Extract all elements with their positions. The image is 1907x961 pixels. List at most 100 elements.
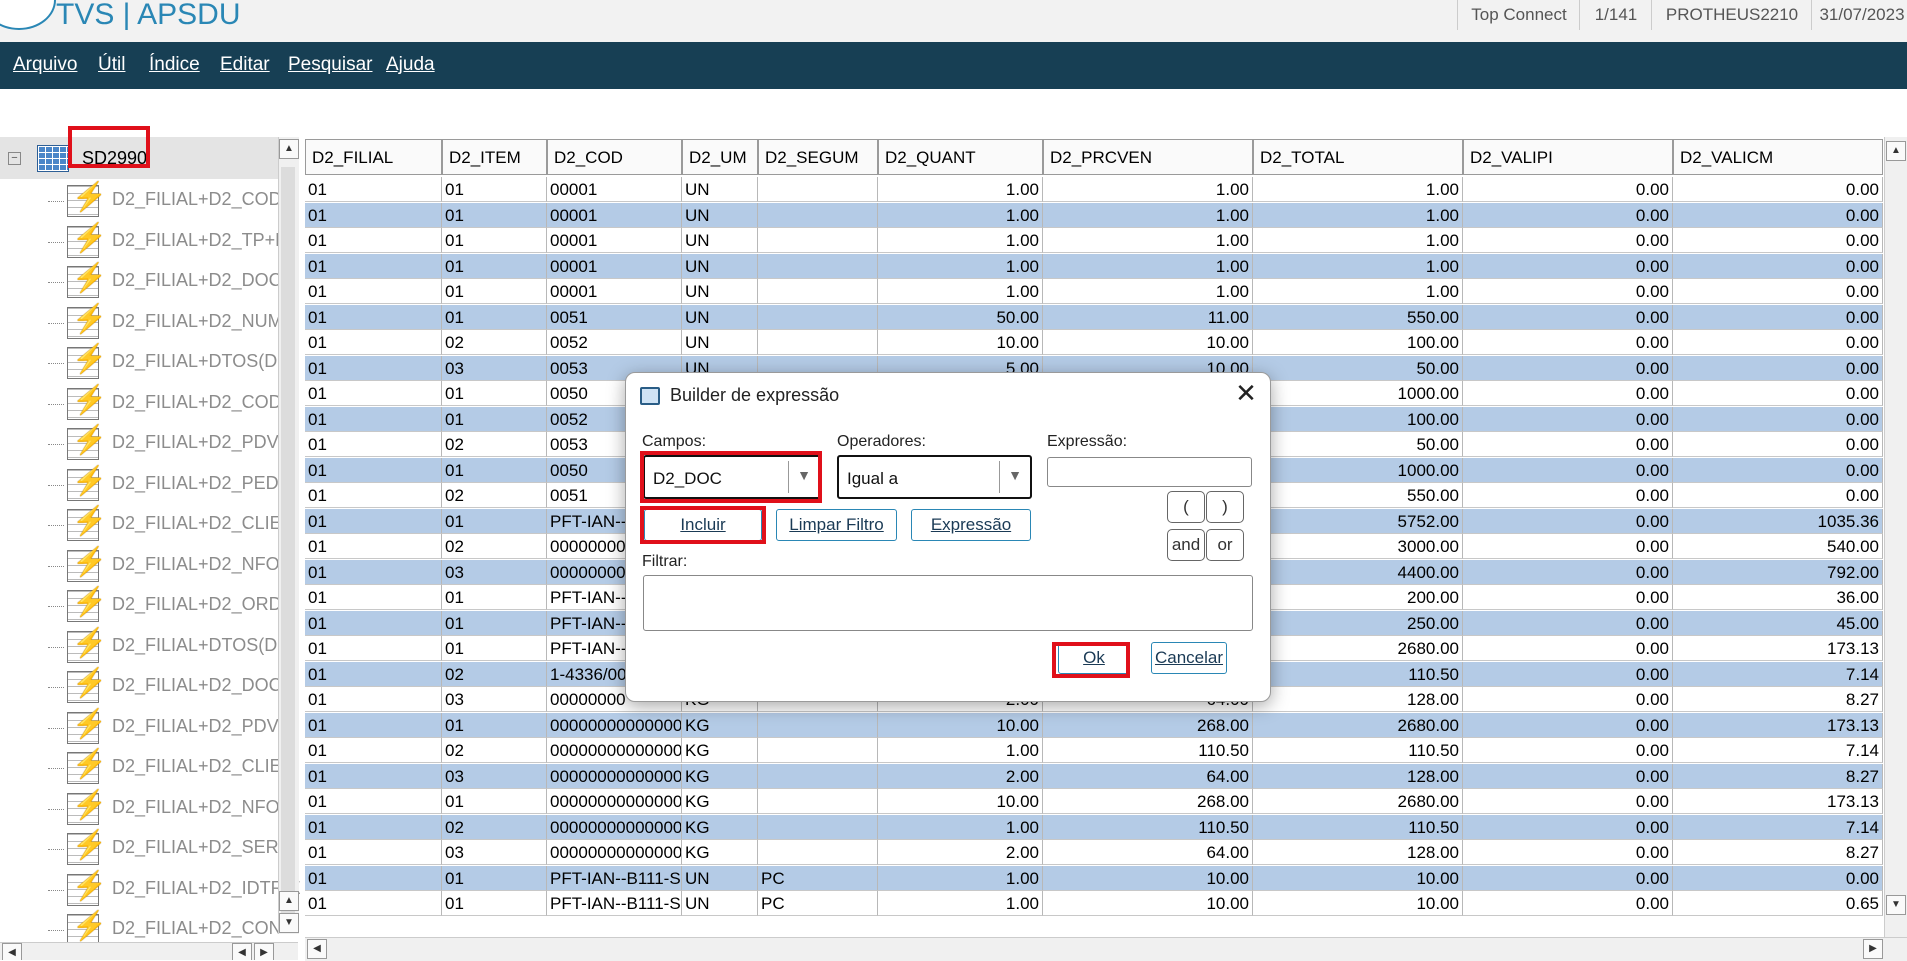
menu-indice[interactable]: Índice xyxy=(149,54,200,76)
scroll-down-icon[interactable]: ▼ xyxy=(279,913,299,933)
tree-index-item[interactable]: ⚡ D2_FILIAL+D2_NFOR xyxy=(0,546,293,586)
table-cell: 110.50 xyxy=(1043,814,1253,840)
tree-index-item[interactable]: ⚡ D2_FILIAL+D2_CLIEN xyxy=(0,748,295,788)
scroll-left-icon[interactable]: ◀ xyxy=(2,943,22,960)
table-cell: 64.00 xyxy=(1043,840,1253,865)
table-cell: 01 xyxy=(442,228,547,253)
table-cell: 02 xyxy=(442,814,547,840)
tree-index-item[interactable]: ⚡ D2_FILIAL+D2_SERIR xyxy=(0,829,297,869)
tree-index-item[interactable]: ⚡ D2_FILIAL+D2_DOC+ xyxy=(0,262,292,302)
tree-connector xyxy=(48,606,64,607)
close-icon[interactable]: ✕ xyxy=(1232,379,1260,407)
column-header[interactable]: D2_TOTAL xyxy=(1253,139,1463,175)
combo-separator xyxy=(999,461,1000,493)
table-row[interactable]: 01 01 PFT-IAN--B111-S UN PC 1.00 10.00 10.00 0.0… xyxy=(305,865,1883,891)
tree-index-item[interactable]: ⚡ D2_FILIAL+D2_PDV+ xyxy=(0,424,289,464)
tree-index-item[interactable]: ⚡ D2_FILIAL+D2_COD+ xyxy=(0,384,292,424)
tree-index-label: D2_FILIAL+D2_ORDS xyxy=(112,594,294,614)
table-cell: 01 xyxy=(305,304,442,330)
lightning-icon: ⚡ xyxy=(72,788,107,820)
index-icon: ⚡ xyxy=(67,262,107,298)
tree-index-item[interactable]: ⚡ D2_FILIAL+D2_COD+ xyxy=(0,181,292,221)
table-cell: 01 xyxy=(442,585,547,610)
table-cell xyxy=(758,202,878,228)
menu-pesquisar[interactable]: Pesquisar xyxy=(288,54,373,76)
column-header[interactable]: D2_VALIPI xyxy=(1463,139,1673,175)
tree-index-item[interactable]: ⚡ D2_FILIAL+DTOS(D2_ xyxy=(0,627,297,667)
table-cell: 0.00 xyxy=(1463,559,1673,585)
close-paren-button[interactable]: ) xyxy=(1206,491,1244,523)
tree-vertical-scrollbar[interactable]: ▲ ▲ ▼ xyxy=(278,137,299,934)
scroll-right-icon[interactable]: ▶ xyxy=(254,943,274,960)
tree-index-item[interactable]: ⚡ D2_FILIAL+D2_IDTRIE xyxy=(0,870,300,910)
table-cell: 1.00 xyxy=(1253,253,1463,279)
menu-util[interactable]: Útil xyxy=(98,54,125,76)
column-header[interactable]: D2_FILIAL xyxy=(305,139,442,175)
and-button[interactable]: and xyxy=(1167,529,1205,561)
table-row[interactable]: 01 01 00001 UN 1.00 1.00 1.00 0.00 0.00 xyxy=(305,228,1883,253)
column-header[interactable]: D2_QUANT xyxy=(878,139,1043,175)
scroll-thumb[interactable] xyxy=(281,167,295,922)
tree-connector xyxy=(48,241,64,243)
tree-index-item[interactable]: ⚡ D2_FILIAL+D2_DOC+ xyxy=(0,667,292,707)
tree-index-item[interactable]: ⚡ D2_FILIAL+DTOS(D2_ xyxy=(0,343,297,383)
table-row[interactable]: 01 01 00001 UN 1.00 1.00 1.00 0.00 0.00 xyxy=(305,177,1883,202)
table-row[interactable]: 01 01 00001 UN 1.00 1.00 1.00 0.00 0.00 xyxy=(305,253,1883,279)
menu-editar[interactable]: Editar xyxy=(220,54,270,76)
menu-ajuda[interactable]: Ajuda xyxy=(386,54,435,76)
column-header[interactable]: D2_VALICM xyxy=(1673,139,1883,175)
table-row[interactable]: 01 03 00000000000000 KG 2.00 64.00 128.00 0.00 8… xyxy=(305,763,1883,789)
column-header[interactable]: D2_PRCVEN xyxy=(1043,139,1253,175)
table-row[interactable]: 01 01 00001 UN 1.00 1.00 1.00 0.00 0.00 xyxy=(305,279,1883,304)
tree-index-item[interactable]: ⚡ D2_FILIAL+D2_CLIEN xyxy=(0,505,295,545)
expressao-input[interactable] xyxy=(1047,457,1252,487)
table-row[interactable]: 01 01 00000000000000 KG 10.00 268.00 2680.00 0.… xyxy=(305,712,1883,738)
column-header[interactable]: D2_SEGUM xyxy=(758,139,878,175)
table-cell: 550.00 xyxy=(1253,304,1463,330)
collapse-icon[interactable]: − xyxy=(8,152,21,165)
tree-index-item[interactable]: ⚡ D2_FILIAL+D2_NUMS xyxy=(0,303,295,343)
table-row[interactable]: 01 01 00000000000000 KG 10.00 268.00 2680.00 0.… xyxy=(305,789,1883,814)
tree-index-item[interactable]: ⚡ D2_FILIAL+D2_ORDS xyxy=(0,586,294,626)
expressao-button[interactable]: Expressão xyxy=(911,509,1031,541)
column-header[interactable]: D2_ITEM xyxy=(442,139,547,175)
table-row[interactable]: 01 01 PFT-IAN--B111-S UN PC 1.00 10.00 10.00 0.0… xyxy=(305,891,1883,916)
open-paren-button[interactable]: ( xyxy=(1167,491,1205,523)
environment-label: PROTHEUS2210 xyxy=(1651,0,1812,30)
table-cell: 268.00 xyxy=(1043,789,1253,814)
scroll-left-icon[interactable]: ◀ xyxy=(232,943,252,960)
limpar-filtro-button[interactable]: Limpar Filtro xyxy=(776,509,897,541)
filtrar-textarea[interactable] xyxy=(643,575,1253,631)
tree-index-item[interactable]: ⚡ D2_FILIAL+D2_NFOR xyxy=(0,788,293,829)
operadores-select[interactable]: Igual a ▼ xyxy=(837,455,1032,499)
chevron-down-icon[interactable]: ▼ xyxy=(1008,467,1022,483)
cancelar-button[interactable]: Cancelar xyxy=(1151,642,1227,674)
scroll-right-icon[interactable]: ▶ xyxy=(1863,939,1883,959)
campos-label: Campos: xyxy=(642,433,707,450)
table-row[interactable]: 01 02 0052 UN 10.00 10.00 100.00 0.00 0.00 xyxy=(305,330,1883,355)
tree-index-item[interactable]: ⚡ D2_FILIAL+D2_PEDID xyxy=(0,465,297,505)
tree-index-item[interactable]: ⚡ D2_FILIAL+D2_PDV+ xyxy=(0,708,289,748)
or-button[interactable]: or xyxy=(1206,529,1244,561)
scroll-up-icon[interactable]: ▲ xyxy=(279,891,299,911)
column-header[interactable]: D2_UM xyxy=(682,139,758,175)
scroll-left-icon[interactable]: ◀ xyxy=(307,939,327,959)
table-row[interactable]: 01 02 00000000000000 KG 1.00 110.50 110.50 0.00… xyxy=(305,738,1883,763)
table-row[interactable]: 01 01 0051 UN 50.00 11.00 550.00 0.00 0.00 xyxy=(305,304,1883,330)
column-header[interactable]: D2_COD xyxy=(547,139,682,175)
grid-horizontal-scrollbar[interactable]: ◀ ▶ xyxy=(305,937,1907,961)
tree-index-item[interactable]: ⚡ D2_FILIAL+D2_TP+D2 xyxy=(0,222,298,262)
table-cell: 0.65 xyxy=(1673,891,1883,916)
scroll-up-icon[interactable]: ▲ xyxy=(1886,141,1906,161)
table-row[interactable]: 01 01 00001 UN 1.00 1.00 1.00 0.00 0.00 xyxy=(305,202,1883,228)
table-cell: 01 xyxy=(305,865,442,891)
menu-arquivo[interactable]: Arquivo xyxy=(13,54,77,76)
table-cell: 128.00 xyxy=(1253,687,1463,712)
table-row[interactable]: 01 03 00000000000000 KG 2.00 64.00 128.00 0.00 8… xyxy=(305,840,1883,865)
scroll-up-icon[interactable]: ▲ xyxy=(279,139,299,159)
table-row[interactable]: 01 02 00000000000000 KG 1.00 110.50 110.50 0.00… xyxy=(305,814,1883,840)
grid-vertical-scrollbar[interactable]: ▲ ▼ xyxy=(1884,137,1907,937)
tree-horizontal-scrollbar[interactable]: ◀ ◀ ▶ xyxy=(0,942,298,960)
table-cell: 01 xyxy=(305,483,442,508)
scroll-down-icon[interactable]: ▼ xyxy=(1886,895,1906,915)
